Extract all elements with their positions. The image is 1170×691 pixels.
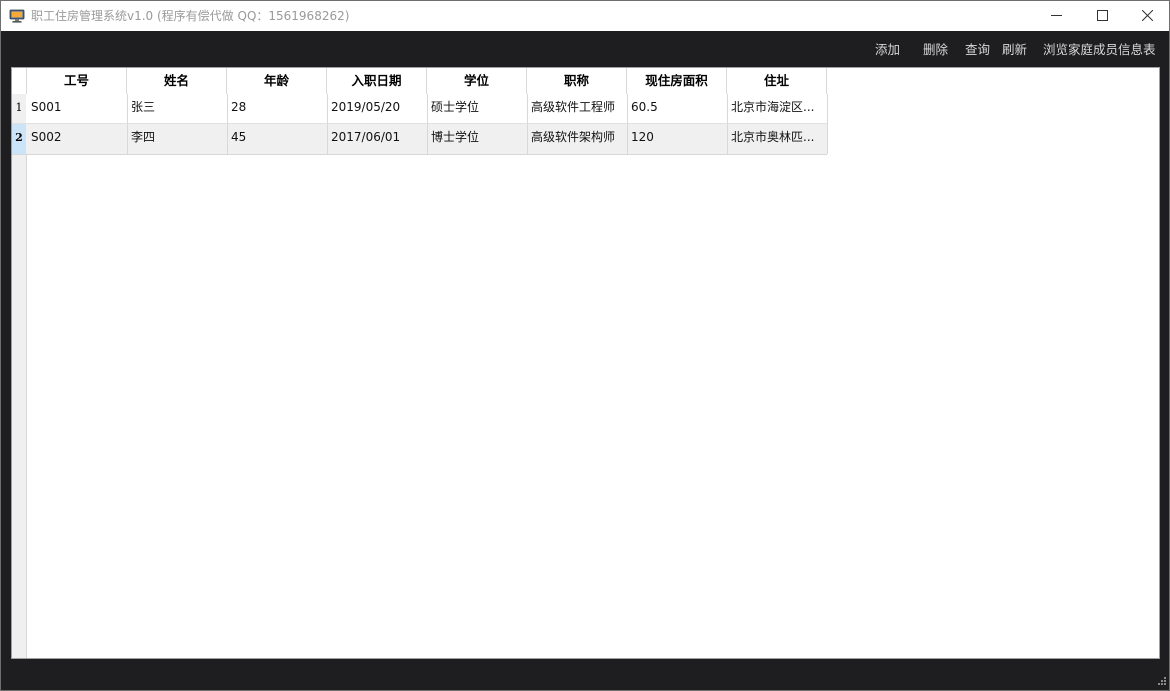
table-row-selected[interactable]: 2 S002 李四 45 2017/06/01 博士学位 高级软件架构师 120… xyxy=(12,123,828,155)
add-button[interactable]: 添加 xyxy=(875,42,900,58)
refresh-button[interactable]: 刷新 xyxy=(1002,42,1027,58)
column-header-title[interactable]: 职称 xyxy=(527,68,627,94)
close-icon xyxy=(1142,10,1153,21)
table-cell[interactable]: 高级软件架构师 xyxy=(527,124,628,154)
main-window: 职工住房管理系统v1.0 (程序有偿代做 QQ：1561968262) 添加 删… xyxy=(0,0,1170,691)
table-cell[interactable]: 李四 xyxy=(127,124,228,154)
minimize-icon xyxy=(1051,15,1062,16)
column-header-hire-date[interactable]: 入职日期 xyxy=(327,68,427,94)
table-cell[interactable]: 60.5 xyxy=(627,94,728,124)
query-button[interactable]: 查询 xyxy=(965,42,990,58)
browse-family-button[interactable]: 浏览家庭成员信息表 xyxy=(1043,42,1156,58)
table-cell[interactable]: S001 xyxy=(27,94,128,124)
table-cell[interactable]: 28 xyxy=(227,94,328,124)
delete-button[interactable]: 删除 xyxy=(923,42,948,58)
title-bar[interactable]: 职工住房管理系统v1.0 (程序有偿代做 QQ：1561968262) xyxy=(1,1,1169,31)
employee-table[interactable]: 工号 姓名 年龄 入职日期 学位 职称 现住房面积 住址 1 S001 张三 2… xyxy=(11,67,1160,659)
computer-monitor-icon xyxy=(9,9,25,23)
table-cell[interactable]: 2017/06/01 xyxy=(327,124,428,154)
table-cell[interactable]: 硕士学位 xyxy=(427,94,528,124)
table-corner[interactable] xyxy=(12,68,26,94)
maximize-icon xyxy=(1097,10,1108,21)
table-cell[interactable]: 北京市海淀区... xyxy=(727,94,828,124)
table-cell[interactable]: 2019/05/20 xyxy=(327,94,428,124)
column-header-degree[interactable]: 学位 xyxy=(427,68,527,94)
column-header-address[interactable]: 住址 xyxy=(727,68,827,94)
column-header-age[interactable]: 年龄 xyxy=(227,68,327,94)
row-number[interactable]: 2 xyxy=(12,124,26,154)
toolbar: 添加 删除 查询 刷新 浏览家庭成员信息表 xyxy=(1,31,1169,67)
table-cell[interactable]: S002 xyxy=(27,124,128,154)
table-cell[interactable]: 北京市奥林匹... xyxy=(727,124,828,154)
maximize-button[interactable] xyxy=(1079,1,1125,31)
table-row[interactable]: 1 S001 张三 28 2019/05/20 硕士学位 高级软件工程师 60.… xyxy=(12,94,828,124)
window-title: 职工住房管理系统v1.0 (程序有偿代做 QQ：1561968262) xyxy=(31,9,350,23)
table-cell[interactable]: 120 xyxy=(627,124,728,154)
status-bar xyxy=(1,659,1169,690)
resize-grip-icon[interactable] xyxy=(1155,676,1167,688)
table-cell[interactable]: 博士学位 xyxy=(427,124,528,154)
row-number[interactable]: 1 xyxy=(12,94,26,124)
table-cell[interactable]: 张三 xyxy=(127,94,228,124)
close-button[interactable] xyxy=(1124,1,1169,31)
column-header-name[interactable]: 姓名 xyxy=(127,68,227,94)
column-header-housing-area[interactable]: 现住房面积 xyxy=(627,68,727,94)
column-header-id[interactable]: 工号 xyxy=(27,68,127,94)
table-cell[interactable]: 45 xyxy=(227,124,328,154)
minimize-button[interactable] xyxy=(1033,1,1079,31)
table-cell[interactable]: 高级软件工程师 xyxy=(527,94,628,124)
row-header-column xyxy=(12,68,27,658)
